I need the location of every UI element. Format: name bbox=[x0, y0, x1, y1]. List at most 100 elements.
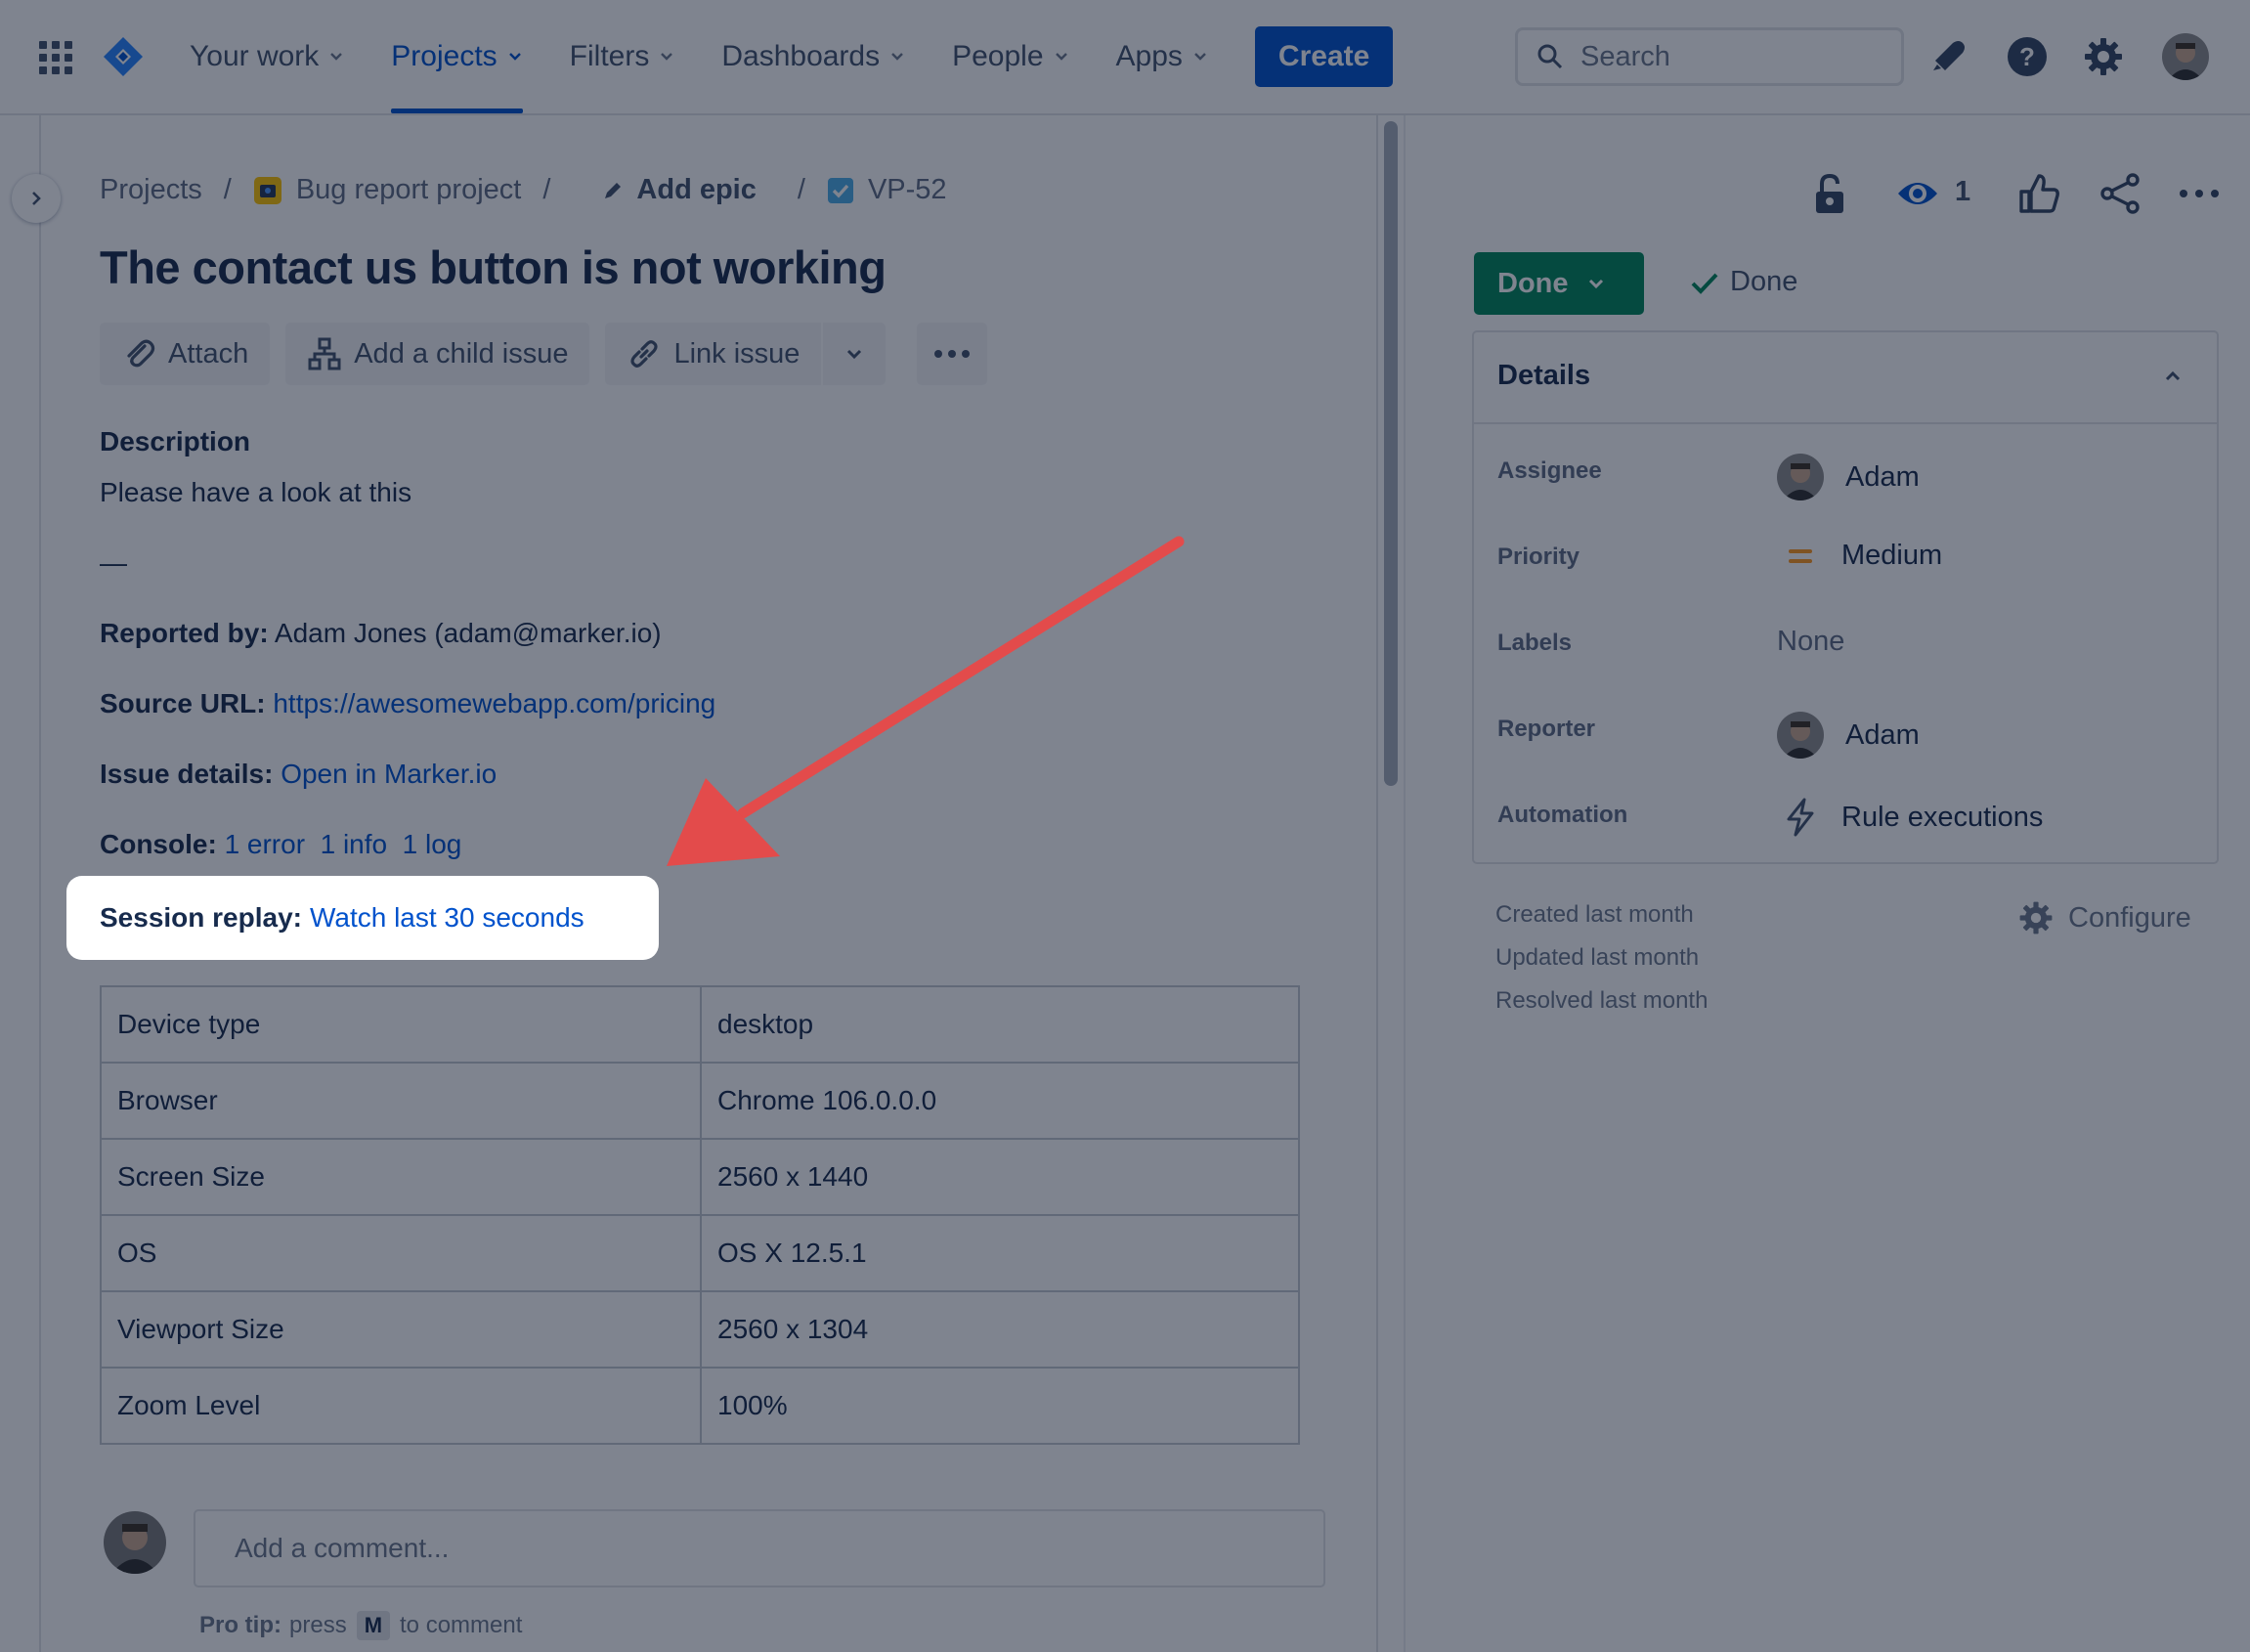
breadcrumb-issue-key[interactable]: VP-52 bbox=[868, 174, 947, 206]
description-dash: — bbox=[100, 547, 127, 578]
open-in-marker-link[interactable]: Open in Marker.io bbox=[281, 759, 497, 789]
breadcrumb-separator: / bbox=[542, 174, 551, 205]
table-row: Viewport Size 2560 x 1304 bbox=[100, 1290, 1300, 1369]
nav-your-work[interactable]: Your work bbox=[166, 0, 368, 113]
table-cell-key: Screen Size bbox=[100, 1138, 702, 1216]
like-icon[interactable] bbox=[2017, 172, 2060, 215]
chevron-down-icon bbox=[891, 53, 903, 61]
add-epic-button[interactable]: Add epic bbox=[601, 174, 757, 206]
nav-apps[interactable]: Apps bbox=[1093, 0, 1232, 113]
breadcrumb-projects[interactable]: Projects bbox=[100, 174, 202, 206]
table-cell-key: Browser bbox=[100, 1062, 702, 1140]
share-icon[interactable] bbox=[2099, 172, 2142, 215]
search-box[interactable] bbox=[1515, 27, 1904, 86]
console-error-link[interactable]: 1 error bbox=[225, 829, 305, 859]
link-issue-button[interactable]: Link issue bbox=[605, 323, 822, 385]
pro-tip-press: press bbox=[289, 1612, 347, 1638]
link-icon bbox=[630, 340, 659, 368]
avatar bbox=[104, 1511, 166, 1574]
top-navigation: Your work Projects Filters Dashboards Pe… bbox=[0, 0, 2250, 115]
resolution-label: Done bbox=[1730, 266, 1798, 297]
checkbox-icon bbox=[827, 177, 853, 203]
nav-label: People bbox=[952, 40, 1044, 72]
lock-icon[interactable] bbox=[1808, 172, 1851, 215]
watch-icon[interactable] bbox=[1896, 172, 1939, 215]
field-label: Priority bbox=[1497, 543, 1580, 570]
search-input[interactable] bbox=[1579, 39, 1876, 74]
field-label: Labels bbox=[1497, 630, 1573, 656]
jira-logo-icon[interactable] bbox=[102, 35, 145, 78]
console-logs: Console: 1 error 1 info 1 log bbox=[100, 829, 461, 860]
left-sidebar-collapsed bbox=[0, 115, 41, 1652]
nav-projects[interactable]: Projects bbox=[368, 0, 545, 113]
details-title: Details bbox=[1497, 360, 1591, 391]
create-button[interactable]: Create bbox=[1254, 26, 1394, 87]
help-icon[interactable]: ? bbox=[2006, 35, 2049, 78]
environment-table: Device type desktop Browser Chrome 106.0.0… bbox=[100, 985, 1300, 1445]
attach-button[interactable]: Attach bbox=[100, 323, 271, 385]
column-divider bbox=[1404, 115, 1406, 1652]
watch-count: 1 bbox=[1955, 176, 1971, 207]
settings-icon[interactable] bbox=[2082, 35, 2125, 78]
search-icon bbox=[1537, 44, 1563, 69]
console-label: Console: bbox=[100, 829, 217, 859]
avatar bbox=[1777, 454, 1824, 500]
scrollbar[interactable] bbox=[1384, 121, 1398, 786]
breadcrumb: Projects / Bug report project / Add epic… bbox=[100, 174, 947, 206]
chevron-down-icon bbox=[1194, 53, 1206, 61]
field-labels: Labels None bbox=[1474, 616, 2217, 674]
assignee-value[interactable]: Adam bbox=[1777, 454, 1920, 500]
add-epic-label: Add epic bbox=[636, 174, 757, 205]
main-nav: Your work Projects Filters Dashboards Pe… bbox=[166, 0, 1394, 113]
add-child-issue-button[interactable]: Add a child issue bbox=[285, 323, 590, 385]
gear-icon bbox=[2019, 901, 2053, 935]
expand-sidebar-button[interactable] bbox=[12, 174, 61, 223]
console-log-link[interactable]: 1 log bbox=[403, 829, 462, 859]
table-cell-value: 2560 x 1304 bbox=[700, 1290, 1300, 1369]
chevron-up-icon[interactable] bbox=[2162, 366, 2184, 387]
nav-filters[interactable]: Filters bbox=[546, 0, 699, 113]
configure-button[interactable]: Configure bbox=[2017, 899, 2191, 936]
nav-dashboards[interactable]: Dashboards bbox=[698, 0, 929, 113]
field-value: Adam bbox=[1845, 718, 1920, 751]
configure-label: Configure bbox=[2068, 901, 2191, 934]
more-icon[interactable] bbox=[2178, 172, 2221, 215]
issue-details-label: Issue details: bbox=[100, 759, 274, 789]
notifications-icon[interactable] bbox=[1927, 35, 1970, 78]
watch-replay-link[interactable]: Watch last 30 seconds bbox=[310, 902, 584, 934]
nav-people[interactable]: People bbox=[929, 0, 1092, 113]
nav-label: Apps bbox=[1115, 40, 1183, 72]
reported-by: Reported by: Adam Jones (adam@marker.io) bbox=[100, 618, 662, 649]
pro-tip-rest: to comment bbox=[400, 1612, 523, 1638]
table-cell-value: 100% bbox=[700, 1367, 1300, 1445]
details-header[interactable]: Details bbox=[1474, 332, 2217, 424]
table-cell-key: OS bbox=[100, 1214, 702, 1292]
app-switcher-icon[interactable] bbox=[39, 41, 72, 74]
table-row: Zoom Level 100% bbox=[100, 1367, 1300, 1445]
lightning-icon bbox=[1787, 798, 1814, 837]
console-info-link[interactable]: 1 info bbox=[321, 829, 388, 859]
automation-value[interactable]: Rule executions bbox=[1781, 798, 2043, 837]
field-label: Reporter bbox=[1497, 716, 1596, 742]
add-child-label: Add a child issue bbox=[354, 337, 569, 370]
user-avatar[interactable] bbox=[2162, 33, 2209, 80]
status-button[interactable]: Done bbox=[1474, 252, 1644, 315]
reported-by-label: Reported by: bbox=[100, 618, 269, 648]
nav-label: Dashboards bbox=[721, 40, 881, 72]
table-row: OS OS X 12.5.1 bbox=[100, 1214, 1300, 1292]
chevron-down-icon bbox=[1055, 53, 1067, 61]
comment-input[interactable] bbox=[194, 1509, 1325, 1587]
priority-value[interactable]: Medium bbox=[1781, 540, 1942, 572]
attach-label: Attach bbox=[168, 337, 249, 370]
link-issue-dropdown[interactable] bbox=[823, 323, 887, 385]
chevron-down-icon bbox=[330, 53, 343, 61]
breadcrumb-project[interactable]: Bug report project bbox=[296, 174, 522, 206]
issue-title[interactable]: The contact us button is not working bbox=[100, 240, 887, 294]
more-actions-button[interactable] bbox=[917, 323, 988, 385]
more-icon bbox=[934, 350, 971, 358]
field-value: Adam bbox=[1845, 460, 1920, 493]
reporter-value[interactable]: Adam bbox=[1777, 712, 1920, 759]
labels-value[interactable]: None bbox=[1777, 626, 1844, 658]
field-assignee: Assignee Adam bbox=[1474, 444, 2217, 502]
resolved-date: Resolved last month bbox=[1495, 987, 1709, 1014]
